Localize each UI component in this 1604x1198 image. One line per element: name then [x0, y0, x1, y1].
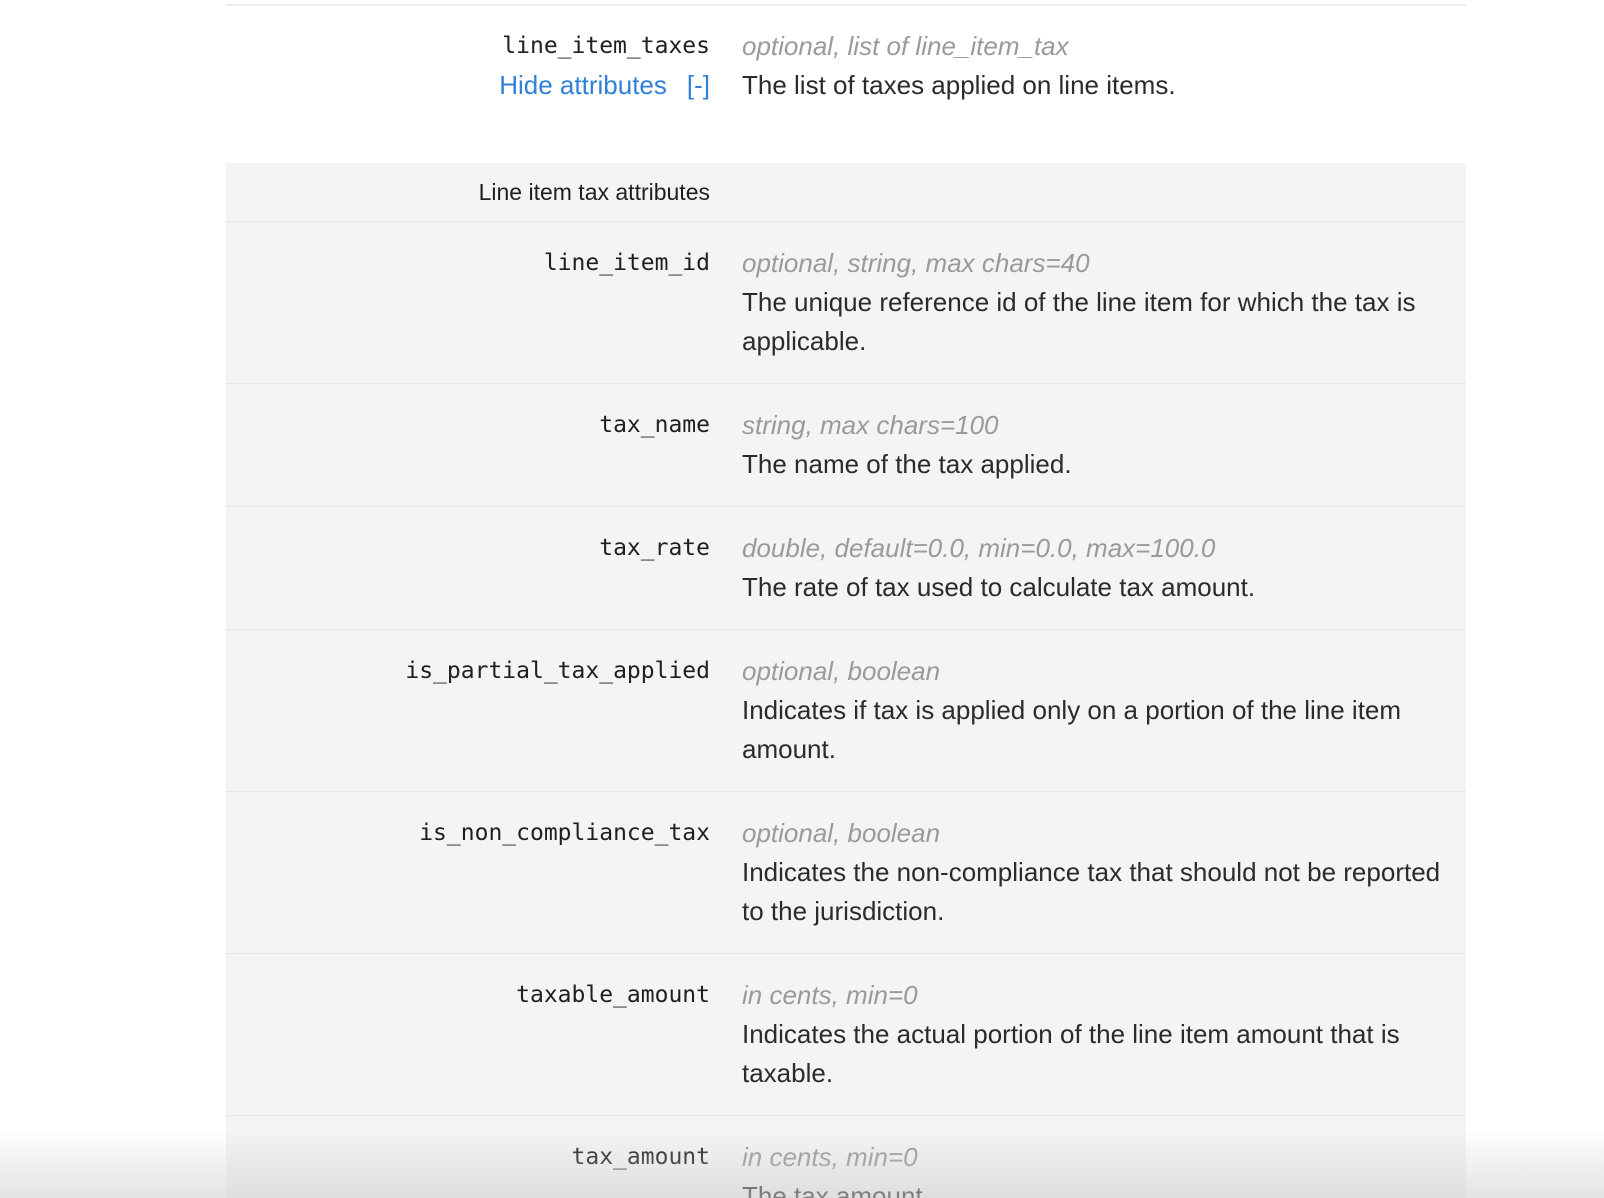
- attribute-description: The name of the tax applied.: [742, 449, 1072, 479]
- attribute-row: is_non_compliance_tax optional, boolean …: [226, 792, 1466, 954]
- attribute-row: tax_name string, max chars=100 The name …: [226, 384, 1466, 507]
- attribute-name: line_item_id: [543, 250, 710, 276]
- attribute-name-cell: line_item_taxes Hide attributes [-]: [0, 27, 710, 105]
- hide-attributes-link[interactable]: Hide attributes [-]: [0, 66, 710, 105]
- attribute-description: Indicates if tax is applied only on a po…: [742, 695, 1402, 764]
- attribute-row: taxable_amount in cents, min=0 Indicates…: [226, 954, 1466, 1116]
- line-item-tax-attributes-panel: Line item tax attributes line_item_id op…: [226, 163, 1466, 1198]
- hide-attributes-label: Hide attributes: [499, 70, 667, 100]
- api-docs-page: line_item_taxes Hide attributes [-] optio…: [0, 0, 1604, 1198]
- attribute-type: optional, string, max chars=40: [742, 248, 1090, 278]
- collapse-bracket: [-]: [686, 70, 710, 100]
- attribute-name: tax_name: [599, 412, 710, 438]
- attribute-type: optional, list of line_item_tax: [742, 31, 1069, 61]
- attribute-type: in cents, min=0: [742, 980, 918, 1010]
- panel-header: Line item tax attributes: [226, 163, 1466, 222]
- attribute-description: The unique reference id of the line item…: [742, 287, 1416, 356]
- attribute-name: taxable_amount: [516, 982, 710, 1008]
- attribute-type: optional, boolean: [742, 656, 941, 686]
- attribute-description: The list of taxes applied on line items.: [742, 70, 1176, 100]
- attribute-row: line_item_id optional, string, max chars…: [226, 222, 1466, 384]
- attribute-description: The tax amount.: [742, 1181, 930, 1198]
- attribute-type: string, max chars=100: [742, 410, 999, 440]
- attribute-description: The rate of tax used to calculate tax am…: [742, 572, 1256, 602]
- attribute-type: in cents, min=0: [742, 1142, 918, 1172]
- attribute-row: tax_amount in cents, min=0 The tax amoun…: [226, 1116, 1466, 1198]
- attribute-description: Indicates the actual portion of the line…: [742, 1019, 1400, 1088]
- attribute-type: optional, boolean: [742, 818, 941, 848]
- attribute-name: line_item_taxes: [502, 33, 710, 59]
- attribute-row: is_partial_tax_applied optional, boolean…: [226, 630, 1466, 792]
- attribute-row-line-item-taxes: line_item_taxes Hide attributes [-] optio…: [0, 27, 1466, 105]
- attribute-name: is_partial_tax_applied: [405, 658, 710, 684]
- attribute-name: is_non_compliance_tax: [419, 820, 710, 846]
- attribute-description: Indicates the non-compliance tax that sh…: [742, 857, 1441, 926]
- attribute-row: tax_rate double, default=0.0, min=0.0, m…: [226, 507, 1466, 630]
- panel-title: Line item tax attributes: [478, 179, 710, 205]
- attribute-description-cell: optional, list of line_item_tax The list…: [710, 27, 1466, 105]
- section-divider: [226, 4, 1466, 6]
- attribute-type: double, default=0.0, min=0.0, max=100.0: [742, 533, 1216, 563]
- attribute-name: tax_amount: [571, 1144, 710, 1170]
- attribute-name: tax_rate: [599, 535, 710, 561]
